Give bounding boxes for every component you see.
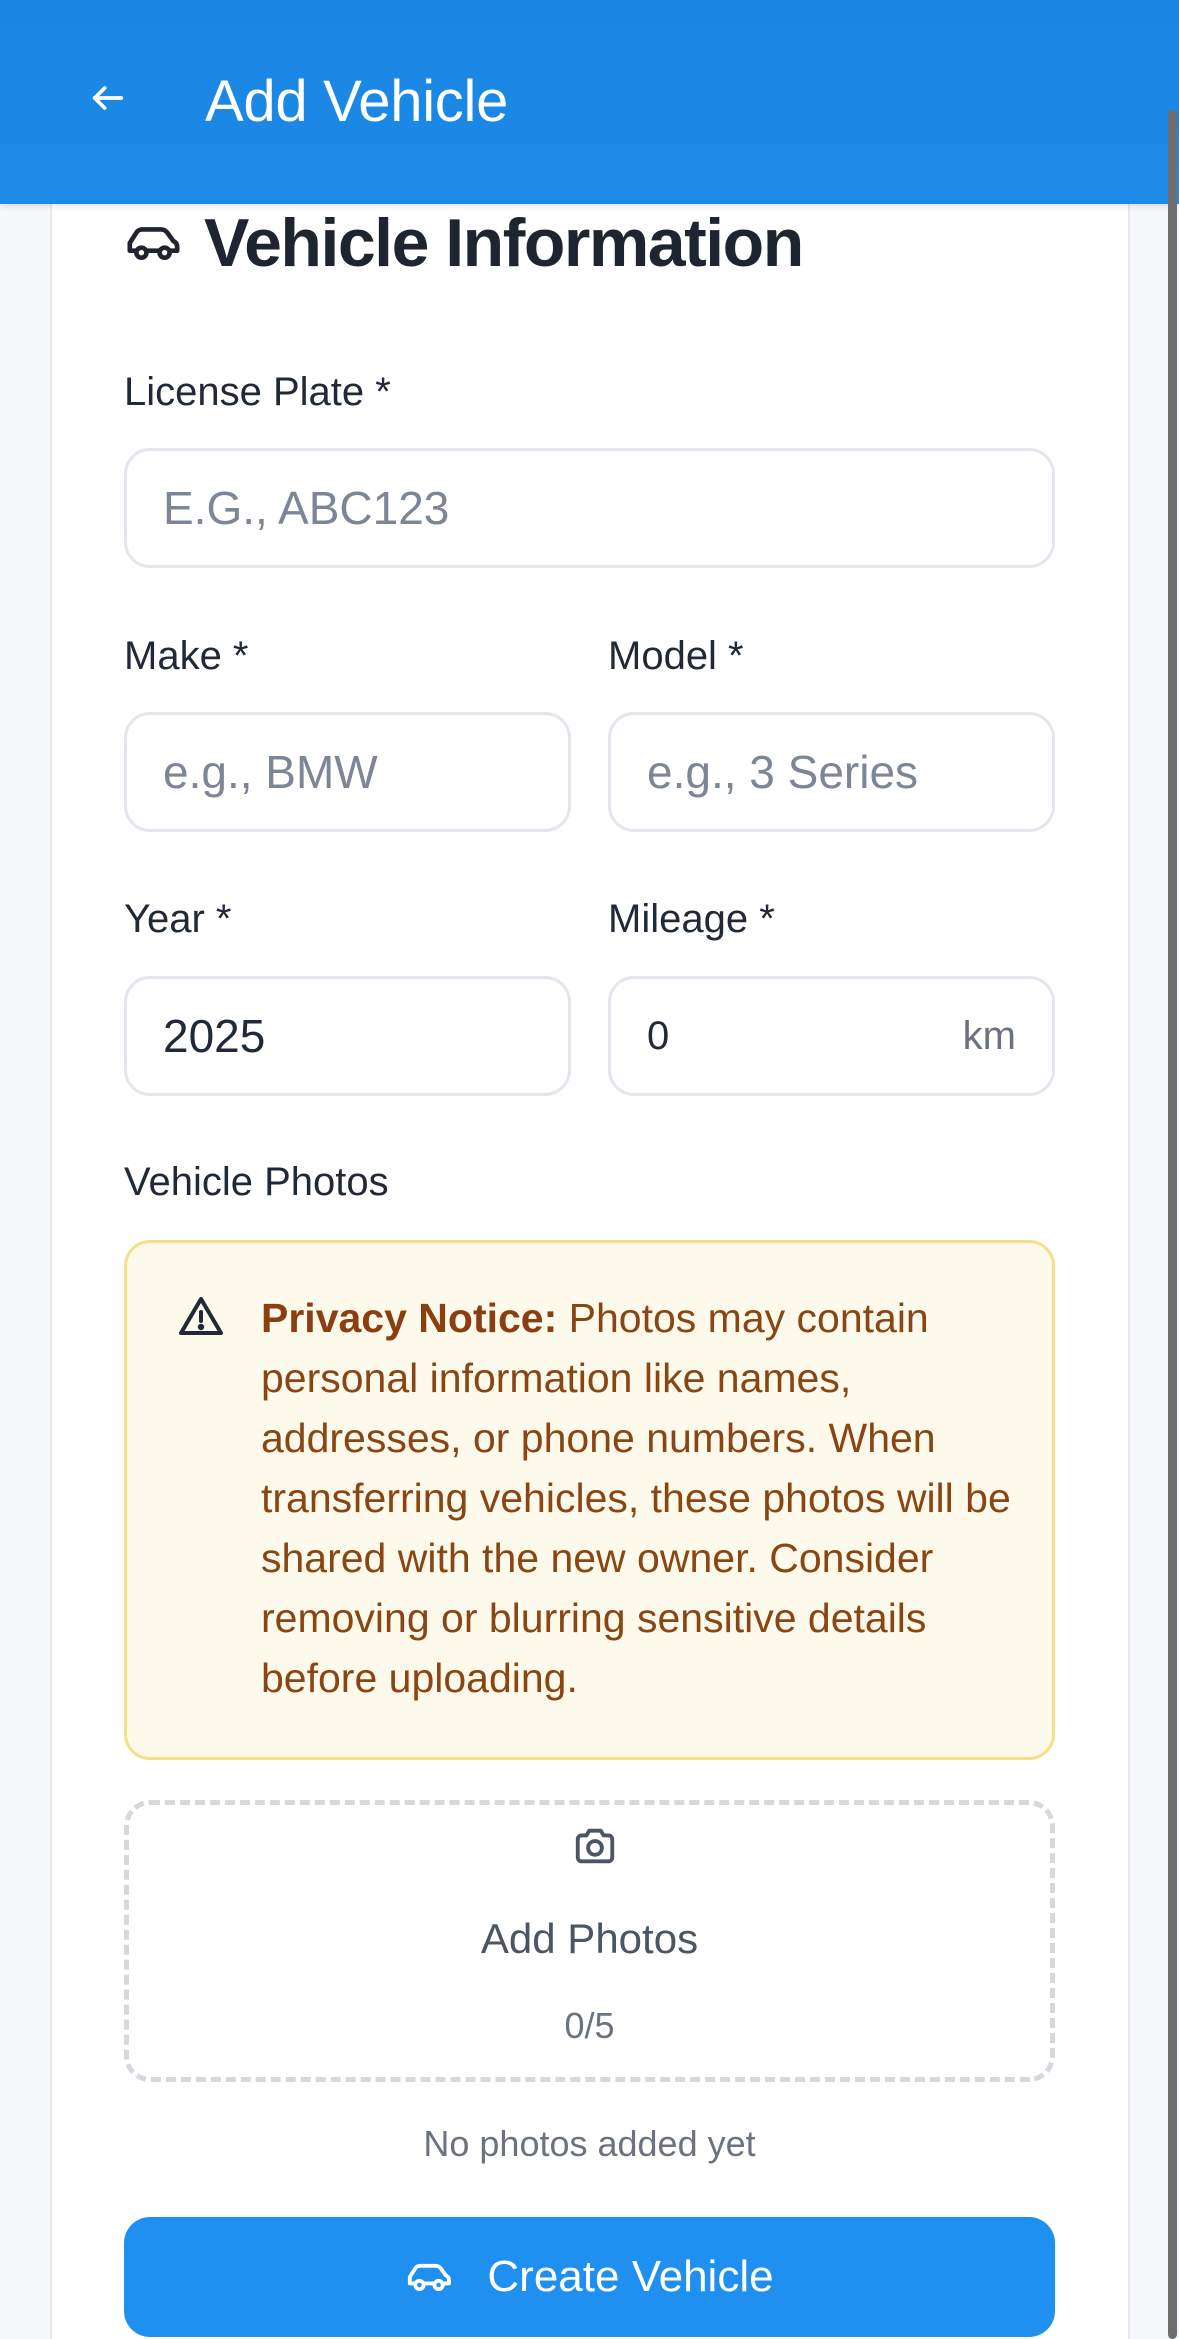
scrollbar[interactable] [1168, 110, 1177, 2339]
license-plate-input[interactable]: E.G., ABC123 [124, 448, 1055, 568]
create-vehicle-label: Create Vehicle [487, 2252, 774, 2301]
section-title: Vehicle Information [204, 205, 804, 281]
vehicle-photos-label: Vehicle Photos [124, 1160, 389, 1204]
mileage-label: Mileage * [608, 897, 775, 941]
car-icon [408, 2263, 452, 2292]
make-input[interactable]: e.g., BMW [124, 712, 571, 832]
license-plate-placeholder: E.G., ABC123 [163, 482, 450, 534]
make-label: Make * [124, 634, 249, 678]
app-bar: Add Vehicle [0, 0, 1179, 204]
year-input[interactable]: 2025 [124, 976, 571, 1096]
year-value: 2025 [163, 1010, 266, 1062]
arrow-left-icon [92, 86, 124, 110]
mileage-unit: km [962, 1013, 1016, 1058]
privacy-notice-text: Privacy Notice: Photos may contain perso… [261, 1288, 1021, 1708]
camera-icon [575, 1828, 615, 1864]
no-photos-text: No photos added yet [423, 2123, 756, 2164]
section-heading: Vehicle Information [124, 205, 804, 281]
back-button[interactable] [78, 68, 138, 128]
car-icon [127, 227, 180, 261]
create-vehicle-button[interactable]: Create Vehicle [124, 2217, 1055, 2337]
privacy-notice-body: Photos may contain personal information … [261, 1295, 1011, 1701]
add-photos-label: Add Photos [480, 1915, 699, 1962]
add-photos-dropzone[interactable]: Add Photos 0/5 [124, 1800, 1055, 2082]
mileage-value: 0 [647, 1013, 670, 1058]
warning-triangle-icon [179, 1297, 223, 1335]
privacy-notice-title: Privacy Notice: [261, 1295, 558, 1341]
model-input[interactable]: e.g., 3 Series [608, 712, 1055, 832]
model-label: Model * [608, 634, 744, 678]
license-plate-label: License Plate * [124, 370, 391, 414]
make-placeholder: e.g., BMW [163, 746, 378, 798]
model-placeholder: e.g., 3 Series [647, 746, 919, 798]
mileage-input[interactable]: 0 km [608, 976, 1055, 1096]
year-label: Year * [124, 897, 232, 941]
photo-count: 0/5 [564, 2005, 615, 2046]
page-title: Add Vehicle [205, 69, 509, 134]
privacy-notice: Privacy Notice: Photos may contain perso… [124, 1240, 1055, 1760]
